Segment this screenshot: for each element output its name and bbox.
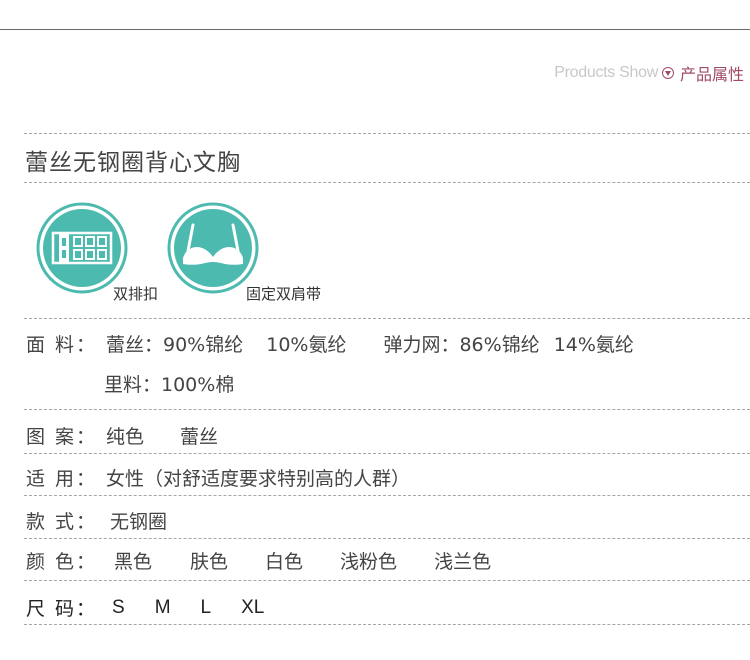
attribute-value: 纯色 — [106, 426, 145, 448]
attribute-row-size: 尺 码： S M L XL — [26, 594, 264, 621]
header-english-label: Products Show — [554, 64, 658, 81]
attribute-value: 14%氨纶 — [553, 334, 634, 356]
attribute-value: 蕾丝 — [180, 426, 219, 448]
top-divider — [0, 29, 750, 30]
attribute-value: 浅粉色 — [340, 551, 398, 573]
attribute-row-pattern: 图 案： 纯色 蕾丝 — [26, 422, 218, 449]
attribute-values: S M L XL — [112, 597, 264, 619]
attribute-label: 颜 色： — [26, 551, 98, 573]
attribute-lining: 里料：100%棉 — [104, 374, 235, 396]
chevron-down-circle-icon — [661, 67, 674, 79]
divider — [24, 182, 750, 183]
attribute-row-style: 款 式： 无钢圈 — [26, 507, 167, 534]
attribute-value: L — [200, 596, 212, 618]
attribute-value: S — [112, 596, 125, 618]
attribute-row-suitable: 适 用： 女性（对舒适度要求特别高的人群） — [26, 464, 410, 491]
divider — [24, 318, 750, 319]
attribute-value: 10%氨纶 — [266, 334, 347, 356]
product-title: 蕾丝无钢圈背心文胸 — [25, 150, 241, 176]
fixed-shoulder-strap-bra-icon — [167, 202, 259, 294]
attribute-value: 浅兰色 — [434, 551, 492, 573]
header-chinese-label: 产品属性 — [679, 65, 744, 84]
feature-label: 双排扣 — [113, 285, 159, 303]
attribute-values: 纯色 蕾丝 — [106, 422, 218, 449]
attribute-value: 女性（对舒适度要求特别高的人群） — [106, 468, 411, 490]
attribute-value: 黑色 — [114, 551, 153, 573]
attribute-value: M — [154, 596, 171, 618]
attribute-label: 面 料： — [26, 334, 98, 356]
feature-label: 固定双肩带 — [246, 285, 322, 303]
attribute-value: 肤色 — [190, 551, 229, 573]
divider — [24, 133, 750, 134]
attribute-values: 黑色 肤色 白色 浅粉色 浅兰色 — [114, 547, 491, 574]
divider — [24, 624, 750, 625]
section-header: Products Show 产品属性 — [554, 61, 744, 85]
double-row-hook-icon — [36, 202, 128, 294]
attribute-value: 弹力网：86%锦纶 — [383, 334, 540, 356]
attribute-label: 适 用： — [26, 468, 98, 490]
attribute-values: 蕾丝：90%锦纶 10%氨纶 弹力网：86%锦纶 14%氨纶 — [106, 330, 634, 357]
attribute-value: 白色 — [265, 551, 304, 573]
divider — [24, 453, 750, 454]
attribute-value: XL — [241, 596, 265, 618]
divider — [24, 580, 750, 581]
attribute-row-color: 颜 色： 黑色 肤色 白色 浅粉色 浅兰色 — [26, 547, 491, 574]
attribute-label: 图 案： — [26, 426, 98, 448]
attribute-row-fabric: 面 料： 蕾丝：90%锦纶 10%氨纶 弹力网：86%锦纶 14%氨纶 — [26, 330, 634, 357]
attribute-label: 款 式： — [26, 511, 98, 533]
attribute-value: 蕾丝：90%锦纶 — [106, 334, 244, 356]
divider — [24, 409, 750, 410]
attribute-label: 尺 码： — [26, 598, 98, 620]
divider — [24, 495, 750, 496]
attribute-value: 无钢圈 — [110, 511, 168, 533]
divider — [24, 538, 750, 539]
